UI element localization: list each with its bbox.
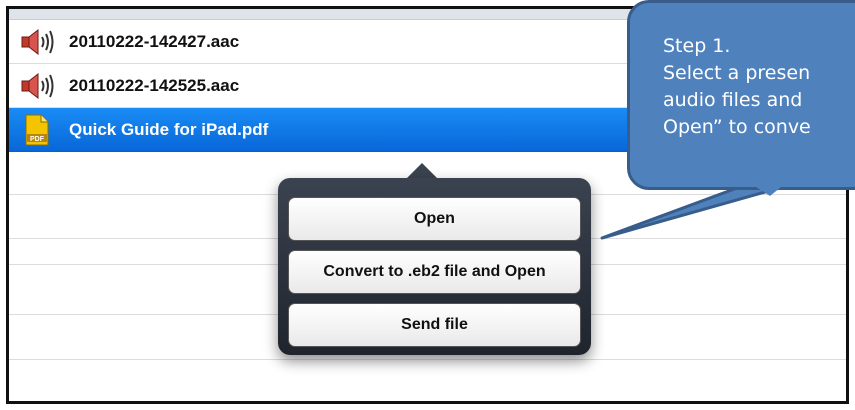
- callout-pointer-cover: [750, 183, 786, 196]
